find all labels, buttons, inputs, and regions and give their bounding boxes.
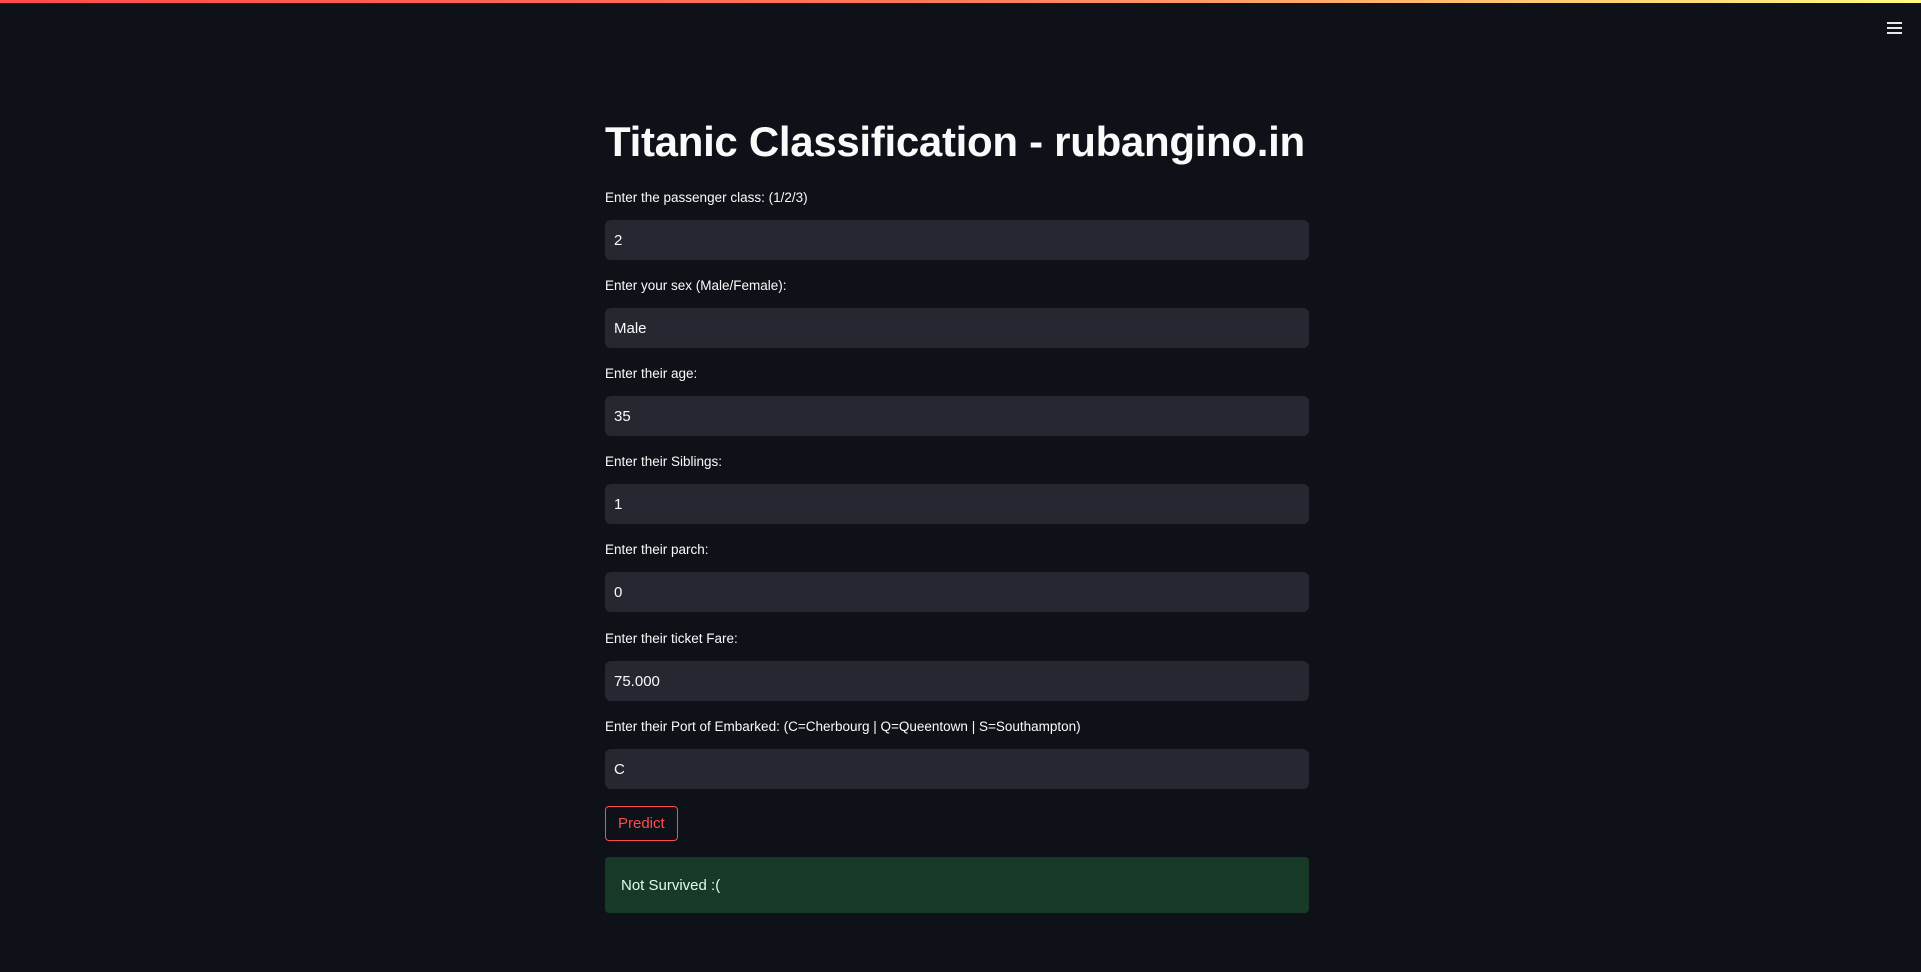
hamburger-menu-icon [1886, 22, 1902, 24]
result-message: Not Survived :( [621, 876, 721, 894]
hamburger-menu-icon-line [1886, 32, 1902, 34]
parch-label: Enter their parch: [605, 542, 709, 557]
parch-input[interactable] [605, 572, 1309, 612]
siblings-label: Enter their Siblings: [605, 454, 723, 469]
embarked-field: Enter their Port of Embarked: (C=Cherbou… [605, 717, 1309, 789]
fare-field: Enter their ticket Fare: [605, 629, 1309, 701]
fare-label: Enter their ticket Fare: [605, 631, 738, 646]
sex-input[interactable] [605, 308, 1309, 348]
sex-field: Enter your sex (Male/Female): [605, 276, 1309, 348]
passenger-class-label: Enter the passenger class: (1/2/3) [605, 190, 808, 205]
embarked-label: Enter their Port of Embarked: (C=Cherbou… [605, 719, 1081, 734]
predict-button[interactable]: Predict [605, 806, 678, 841]
age-label: Enter their age: [605, 366, 698, 381]
age-field: Enter their age: [605, 364, 1309, 436]
app-header [0, 3, 1921, 51]
sex-label: Enter your sex (Male/Female): [605, 278, 787, 293]
result-alert: Not Survived :( [605, 857, 1309, 913]
embarked-input[interactable] [605, 749, 1309, 789]
hamburger-menu-icon-line [1886, 27, 1902, 29]
siblings-input[interactable] [605, 484, 1309, 524]
main-menu-button[interactable] [1881, 15, 1907, 41]
siblings-field: Enter their Siblings: [605, 452, 1309, 524]
age-input[interactable] [605, 396, 1309, 436]
passenger-class-input[interactable] [605, 220, 1309, 260]
page-title: Titanic Classification - rubangino.in [605, 118, 1305, 165]
fare-input[interactable] [605, 661, 1309, 701]
parch-field: Enter their parch: [605, 540, 1309, 612]
passenger-class-field: Enter the passenger class: (1/2/3) [605, 188, 1309, 260]
